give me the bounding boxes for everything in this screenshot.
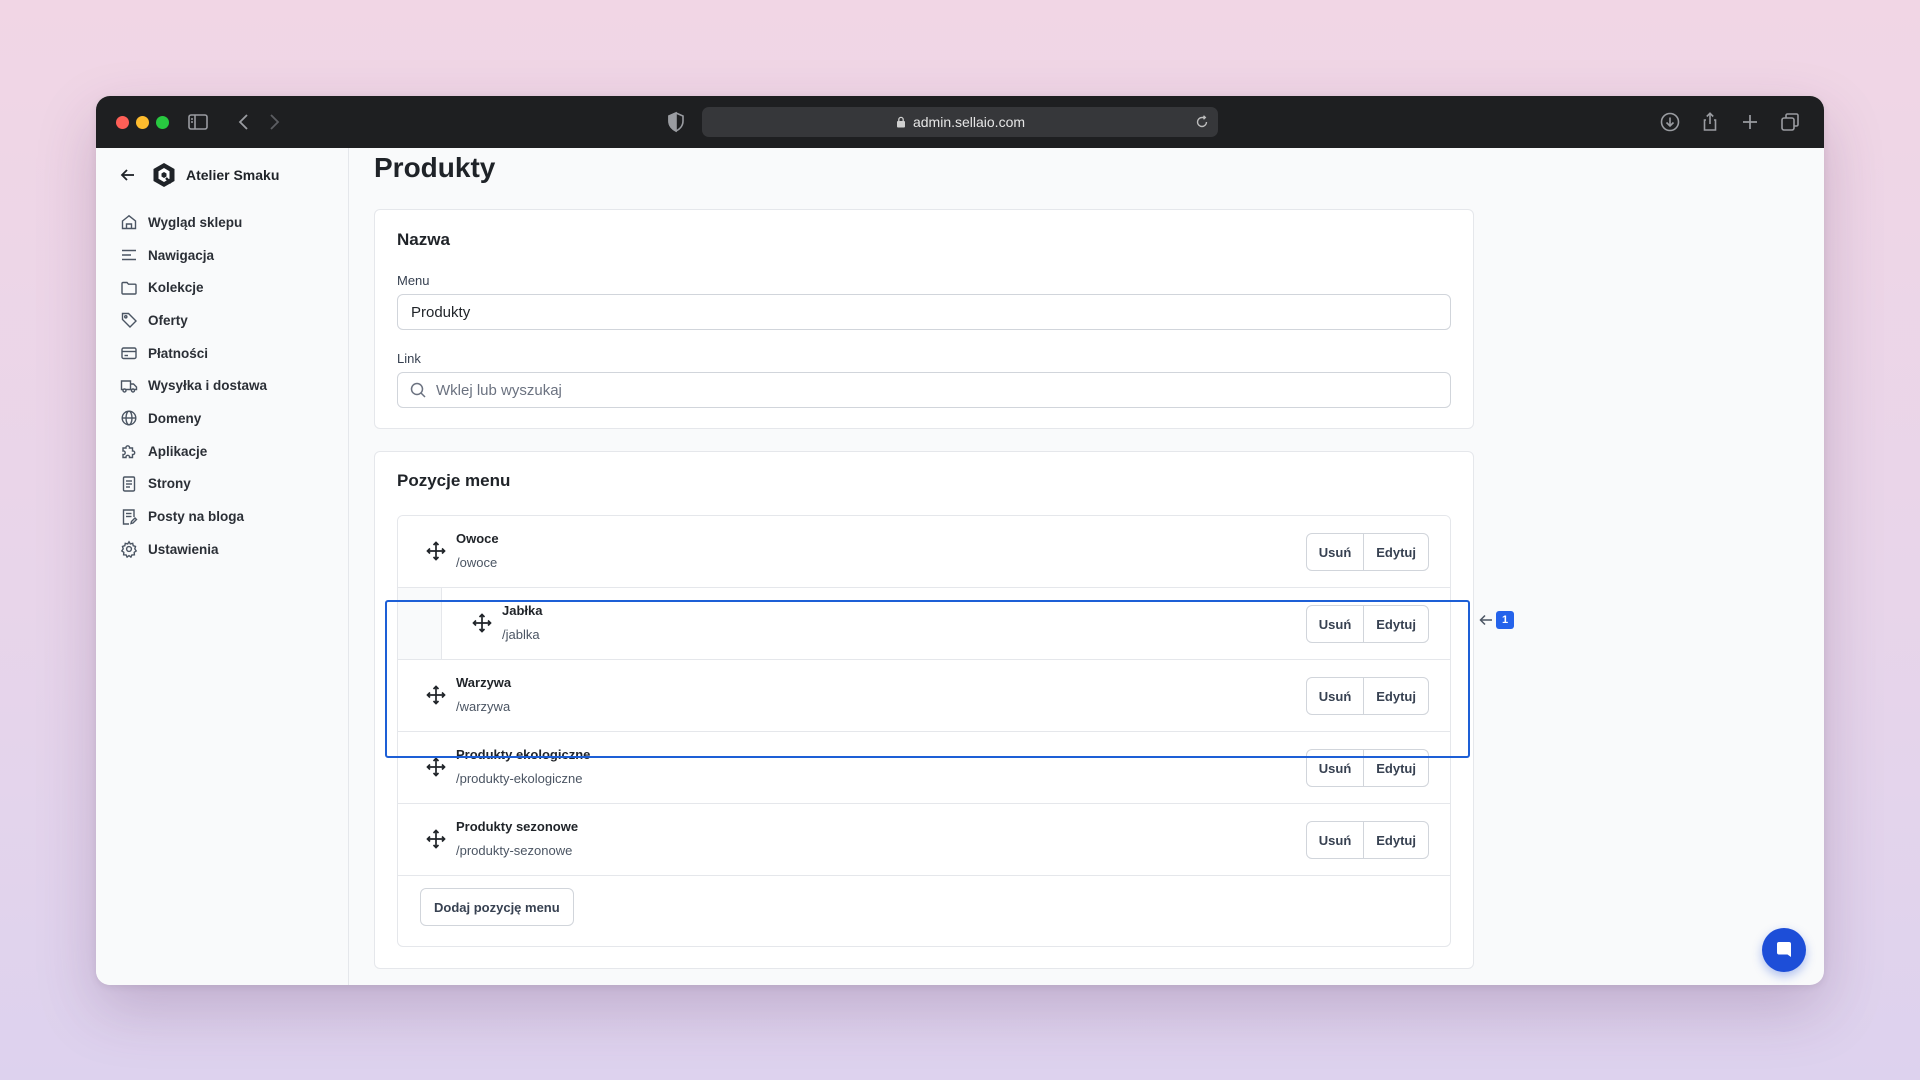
minimize-window-button[interactable] — [136, 116, 149, 129]
blog-post-icon — [120, 508, 138, 526]
sidebar-item-label: Wysyłka i dostawa — [148, 378, 268, 394]
menu-name-input[interactable]: Produkty — [397, 294, 1451, 330]
gear-icon — [120, 540, 138, 559]
maximize-window-button[interactable] — [156, 116, 169, 129]
back-arrow-icon[interactable] — [118, 165, 138, 185]
sidebar-item-offers[interactable]: Oferty — [120, 304, 330, 337]
sidebar-item-blog-posts[interactable]: Posty na bloga — [120, 500, 330, 533]
drag-handle-icon[interactable] — [425, 828, 447, 850]
url-text: admin.sellaio.com — [912, 114, 1026, 130]
annotation-badge: 1 — [1496, 611, 1514, 629]
sidebar-item-domains[interactable]: Domeny — [120, 402, 330, 435]
new-tab-icon[interactable] — [1738, 110, 1762, 134]
reload-icon[interactable] — [1194, 114, 1210, 130]
menu-field-label: Menu — [397, 273, 430, 288]
puzzle-icon — [120, 442, 138, 460]
shield-icon[interactable] — [664, 110, 688, 134]
menu-item-title: Produkty sezonowe — [456, 819, 579, 834]
annotation-marker: 1 — [1478, 611, 1514, 629]
chat-support-button[interactable] — [1762, 928, 1806, 972]
sidebar-item-label: Domeny — [148, 410, 202, 426]
store-logo-icon — [153, 163, 175, 187]
share-icon[interactable] — [1698, 110, 1722, 134]
name-card: Nazwa Menu Produkty Link Wklej lub wyszu… — [374, 209, 1474, 429]
drag-handle-icon[interactable] — [425, 540, 447, 562]
browser-window: admin.sellaio.com Atelier Smaku Wygląd s… — [96, 96, 1824, 985]
edit-button[interactable]: Edytuj — [1363, 822, 1428, 858]
sidebar-item-apps[interactable]: Aplikacje — [120, 435, 330, 468]
sidebar-item-label: Kolekcje — [148, 280, 204, 296]
menu-item-actions: Usuń Edytuj — [1305, 533, 1429, 571]
storefront-icon — [120, 213, 138, 231]
close-window-button[interactable] — [116, 116, 129, 129]
sidebar-item-storefront[interactable]: Wygląd sklepu — [120, 206, 330, 239]
menu-item-row: Owoce /owoce Usuń Edytuj — [398, 516, 1450, 588]
menu-items-card-title: Pozycje menu — [397, 471, 511, 490]
selection-highlight — [385, 600, 1470, 758]
sidebar-item-label: Nawigacja — [148, 247, 215, 263]
credit-card-icon — [120, 344, 138, 362]
sidebar-item-label: Ustawienia — [148, 541, 219, 557]
sidebar: Atelier Smaku Wygląd sklepu Nawigacja Ko… — [96, 148, 349, 985]
page-icon — [120, 475, 138, 493]
sidebar-item-label: Oferty — [148, 312, 188, 328]
sidebar-item-pages[interactable]: Strony — [120, 468, 330, 501]
back-icon[interactable] — [232, 110, 256, 134]
store-brand: Atelier Smaku — [118, 160, 279, 190]
browser-toolbar: admin.sellaio.com — [96, 96, 1824, 148]
main-content: Produkty Nazwa Menu Produkty Link Wklej … — [350, 148, 1824, 985]
globe-icon — [120, 409, 138, 427]
sidebar-item-label: Płatności — [148, 345, 209, 361]
truck-icon — [120, 377, 138, 395]
drag-handle-icon[interactable] — [425, 756, 447, 778]
download-icon[interactable] — [1658, 110, 1682, 134]
folder-icon — [120, 279, 138, 297]
sidebar-item-label: Wygląd sklepu — [148, 214, 243, 230]
menu-lines-icon — [120, 246, 138, 264]
menu-item-slug: /produkty-ekologiczne — [456, 771, 583, 786]
menu-item-row: Produkty sezonowe /produkty-sezonowe Usu… — [398, 804, 1450, 876]
tab-overview-icon[interactable] — [1778, 110, 1802, 134]
name-card-title: Nazwa — [397, 230, 450, 249]
remove-button[interactable]: Usuń — [1307, 534, 1363, 570]
sidebar-nav: Wygląd sklepu Nawigacja Kolekcje Oferty … — [120, 206, 330, 566]
search-icon — [410, 382, 426, 398]
menu-item-actions: Usuń Edytuj — [1305, 821, 1429, 859]
lock-icon — [896, 116, 905, 128]
link-field-label: Link — [397, 351, 421, 366]
sidebar-item-payments[interactable]: Płatności — [120, 337, 330, 370]
add-menu-item-button[interactable]: Dodaj pozycję menu — [420, 888, 574, 926]
menu-item-slug: /owoce — [456, 555, 498, 570]
sidebar-toggle-icon[interactable] — [186, 110, 210, 134]
sidebar-item-label: Strony — [148, 476, 191, 492]
sidebar-item-shipping[interactable]: Wysyłka i dostawa — [120, 369, 330, 402]
link-placeholder: Wklej lub wyszukaj — [436, 381, 562, 399]
edit-button[interactable]: Edytuj — [1363, 534, 1428, 570]
tag-icon — [120, 311, 138, 329]
menu-name-value: Produkty — [411, 303, 471, 321]
sidebar-item-label: Posty na bloga — [148, 509, 245, 525]
forward-icon[interactable] — [262, 110, 286, 134]
arrow-left-icon — [1479, 614, 1492, 626]
menu-item-slug: /produkty-sezonowe — [456, 843, 573, 858]
page-title: Produkty — [374, 152, 496, 183]
chat-bubble-icon — [1777, 942, 1791, 957]
menu-item-title: Owoce — [456, 531, 499, 546]
sidebar-item-settings[interactable]: Ustawienia — [120, 533, 330, 566]
address-bar[interactable]: admin.sellaio.com — [702, 107, 1218, 137]
link-search-input[interactable]: Wklej lub wyszukaj — [397, 372, 1451, 408]
remove-button[interactable]: Usuń — [1307, 822, 1363, 858]
sidebar-item-label: Aplikacje — [148, 443, 208, 459]
sidebar-item-navigation[interactable]: Nawigacja — [120, 239, 330, 272]
store-name: Atelier Smaku — [186, 167, 280, 183]
sidebar-item-collections[interactable]: Kolekcje — [120, 271, 330, 304]
